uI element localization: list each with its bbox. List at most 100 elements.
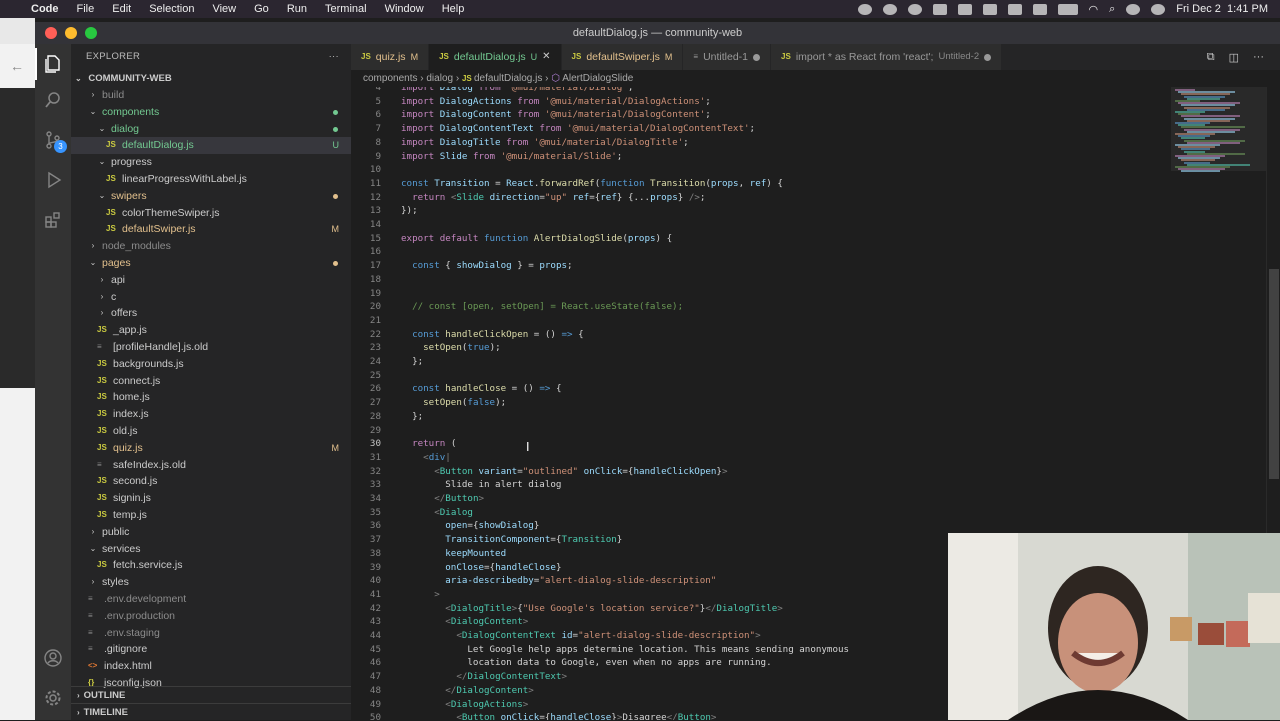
code-line[interactable]: 24 }; <box>351 355 1171 369</box>
code-line[interactable]: 30 return ( <box>351 437 1171 451</box>
code-line[interactable]: 4 import Dialog from '@mui/material/Dialo… <box>351 87 1171 95</box>
code-line[interactable]: 23 setOpen(true); <box>351 341 1171 355</box>
code-line[interactable]: 31 <div| <box>351 451 1171 465</box>
battery-icon[interactable] <box>1057 3 1078 15</box>
run-debug-icon[interactable] <box>43 170 63 190</box>
code-line[interactable]: 27 setOpen(false); <box>351 396 1171 410</box>
close-window-button[interactable] <box>45 27 57 39</box>
keyboard-icon[interactable] <box>1032 3 1047 15</box>
code-line[interactable]: 13}); <box>351 204 1171 218</box>
tree-file[interactable]: <> index.html <box>71 658 351 675</box>
account-icon[interactable] <box>43 648 63 668</box>
tree-folder[interactable]: › offers <box>71 305 351 322</box>
tree-file[interactable]: JS quiz.js M <box>71 440 351 457</box>
code-line[interactable]: 8 import DialogTitle from '@mui/material/… <box>351 136 1171 150</box>
more-actions-icon[interactable]: ··· <box>1253 51 1264 63</box>
code-line[interactable]: 17 const { showDialog } = props; <box>351 259 1171 273</box>
siri-icon[interactable] <box>1151 3 1166 15</box>
tree-file[interactable]: JS connect.js <box>71 373 351 390</box>
status-icon[interactable] <box>907 3 922 15</box>
scrollbar-thumb[interactable] <box>1269 269 1279 479</box>
menu-item[interactable]: View <box>203 3 245 15</box>
tree-folder[interactable]: ⌄ services <box>71 541 351 558</box>
status-icon[interactable] <box>932 3 947 15</box>
outline-section[interactable]: › OUTLINE <box>71 686 351 703</box>
menu-item[interactable]: Selection <box>140 3 203 15</box>
code-line[interactable]: 21 <box>351 314 1171 328</box>
unsaved-dot-icon[interactable] <box>753 53 761 61</box>
tree-folder[interactable]: ⌄ pages <box>71 255 351 272</box>
breadcrumb-item[interactable]: components <box>363 73 417 84</box>
menu-item[interactable]: Run <box>278 3 316 15</box>
code-line[interactable]: 26 const handleClose = () => { <box>351 382 1171 396</box>
code-line[interactable]: 7 import DialogContentText from '@mui/mat… <box>351 122 1171 136</box>
wifi-icon[interactable]: ◠ <box>1089 3 1099 16</box>
tree-folder[interactable]: › api <box>71 272 351 289</box>
code-line[interactable]: 11 const Transition = React.forwardRef(fu… <box>351 177 1171 191</box>
tree-folder[interactable]: ⌄ components <box>71 104 351 121</box>
editor-tab[interactable]: JS import * as React from 'react'; Untitle… <box>771 44 1003 70</box>
editor-tab[interactable]: JS defaultDialog.js U ✕ <box>429 44 562 70</box>
tree-file[interactable]: ≡ .env.production <box>71 608 351 625</box>
code-line[interactable]: 20 // const [open, setOpen] = React.useS… <box>351 300 1171 314</box>
code-line[interactable]: 33 Slide in alert dialog <box>351 478 1171 492</box>
code-line[interactable]: 34 </Button> <box>351 492 1171 506</box>
status-icon[interactable] <box>957 3 972 15</box>
code-line[interactable]: 10 <box>351 163 1171 177</box>
more-actions-icon[interactable]: ··· <box>329 44 351 70</box>
breadcrumb-item[interactable]: defaultDialog.js <box>474 73 542 84</box>
tree-file[interactable]: JS defaultSwiper.js M <box>71 221 351 238</box>
tree-file[interactable]: JS defaultDialog.js U <box>71 137 351 155</box>
menu-item[interactable]: Edit <box>103 3 140 15</box>
code-line[interactable]: 14 <box>351 218 1171 232</box>
code-line[interactable]: 25 <box>351 369 1171 383</box>
tree-file[interactable]: JS fetch.service.js <box>71 557 351 574</box>
tree-file[interactable]: JS colorThemeSwiper.js <box>71 205 351 222</box>
close-icon[interactable]: ✕ <box>542 44 550 70</box>
code-line[interactable]: 29 <box>351 424 1171 438</box>
editor-tab[interactable]: ≡ Untitled-1 <box>683 44 772 70</box>
menu-item[interactable]: Go <box>245 3 278 15</box>
menu-item[interactable]: Window <box>376 3 433 15</box>
tree-file[interactable]: ≡ .env.staging <box>71 625 351 642</box>
code-line[interactable]: 18 <box>351 273 1171 287</box>
tree-folder[interactable]: ⌄ dialog <box>71 121 351 138</box>
status-icon[interactable] <box>982 3 997 15</box>
split-editor-icon[interactable]: ◫ <box>1229 51 1239 64</box>
breadcrumb-item[interactable]: dialog <box>426 73 453 84</box>
editor-tab[interactable]: JS defaultSwiper.js M <box>561 44 684 70</box>
tree-folder[interactable]: › public <box>71 524 351 541</box>
tree-folder[interactable]: › build <box>71 87 351 104</box>
search-icon[interactable]: ⌕ <box>1109 3 1115 16</box>
tree-file[interactable]: JS second.js <box>71 473 351 490</box>
tree-file[interactable]: ≡ .gitignore <box>71 641 351 658</box>
tree-file[interactable]: JS _app.js <box>71 322 351 339</box>
tree-file[interactable]: ≡ safeIndex.js.old <box>71 457 351 474</box>
control-center-icon[interactable] <box>1126 3 1141 15</box>
code-line[interactable]: 22 const handleClickOpen = () => { <box>351 328 1171 342</box>
minimap-viewport[interactable] <box>1171 87 1266 171</box>
gear-icon[interactable] <box>43 688 63 708</box>
tree-folder[interactable]: › c <box>71 289 351 306</box>
tree-file[interactable]: JS backgrounds.js <box>71 356 351 373</box>
project-root[interactable]: ⌄ COMMUNITY-WEB <box>71 70 351 87</box>
code-line[interactable]: 28 }; <box>351 410 1171 424</box>
code-line[interactable]: 36 open={showDialog} <box>351 519 1171 533</box>
menu-item[interactable]: File <box>68 3 104 15</box>
explorer-icon[interactable] <box>43 54 63 74</box>
tree-file[interactable]: JS old.js <box>71 423 351 440</box>
tree-folder[interactable]: › node_modules <box>71 238 351 255</box>
status-icon[interactable] <box>882 3 897 15</box>
minimize-window-button[interactable] <box>65 27 77 39</box>
code-line[interactable]: 9 import Slide from '@mui/material/Slide'… <box>351 150 1171 164</box>
search-icon[interactable] <box>43 90 63 110</box>
tree-folder[interactable]: ⌄ progress <box>71 154 351 171</box>
maximize-window-button[interactable] <box>85 27 97 39</box>
tree-file[interactable]: ≡ .env.development <box>71 591 351 608</box>
status-icon[interactable] <box>857 3 872 15</box>
status-icon[interactable] <box>1007 3 1022 15</box>
unsaved-dot-icon[interactable] <box>984 53 992 61</box>
timeline-section[interactable]: › TIMELINE <box>71 703 351 720</box>
menu-item[interactable]: Terminal <box>316 3 376 15</box>
code-line[interactable]: 35 <Dialog <box>351 506 1171 520</box>
